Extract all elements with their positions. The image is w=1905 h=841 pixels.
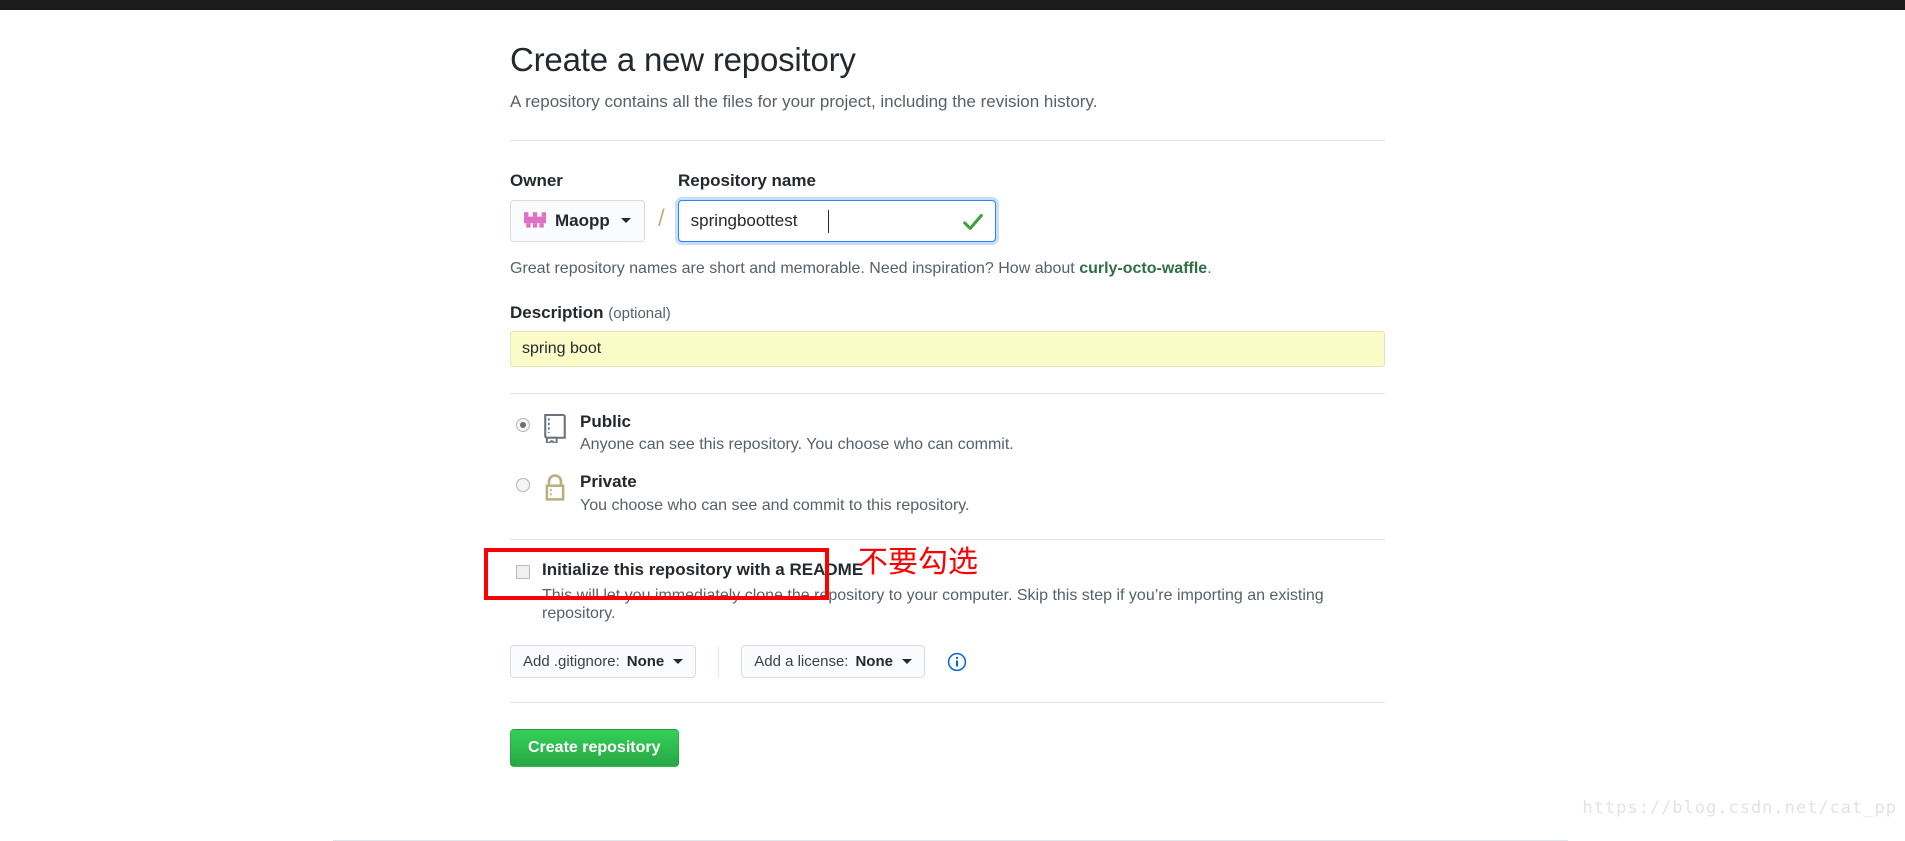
repo-name-hint: Great repository names are short and mem…: [510, 260, 1385, 278]
visibility-public-desc: Anyone can see this repository. You choo…: [580, 436, 1014, 454]
radio-public[interactable]: [516, 417, 530, 432]
new-repo-form: Create a new repository A repository con…: [484, 40, 1385, 768]
license-value: None: [855, 653, 893, 671]
license-prefix: Add a license:: [754, 653, 849, 671]
page-title: Create a new repository: [510, 41, 856, 78]
owner-dropdown[interactable]: Maopp: [510, 199, 645, 242]
chevron-down-icon: [901, 659, 912, 665]
gitignore-value: None: [626, 653, 665, 671]
visibility-private-title: Private: [580, 472, 637, 492]
name-row: Maopp /: [510, 199, 1385, 242]
visibility-option-private[interactable]: Private You choose who can see and commi…: [510, 472, 1385, 515]
description-label-row: Description (optional): [510, 303, 1385, 323]
license-dropdown[interactable]: Add a license: None: [741, 645, 925, 679]
identicon-avatar: [524, 209, 546, 232]
annotation-text: 不要勾选: [858, 544, 978, 580]
hint-text-before: Great repository names are short and mem…: [510, 259, 1080, 277]
visibility-public-text: Public Anyone can see this repository. Y…: [580, 412, 1014, 455]
check-icon: [962, 213, 983, 230]
divider-before-submit: [510, 702, 1385, 704]
lock-icon: [545, 474, 565, 501]
top-black-bar: [0, 0, 1905, 10]
text-cursor: [827, 209, 829, 233]
create-repository-button[interactable]: Create repository: [510, 729, 679, 768]
readme-checkbox[interactable]: [516, 564, 530, 579]
radio-private[interactable]: [516, 478, 530, 493]
description-label: Description: [510, 302, 604, 322]
chevron-down-icon: [673, 659, 684, 665]
options-divider: [718, 646, 720, 677]
info-circle-icon[interactable]: [947, 652, 967, 672]
chevron-down-icon: [620, 218, 631, 224]
hint-text-after: .: [1207, 259, 1212, 277]
gitignore-prefix: Add .gitignore:: [523, 653, 620, 671]
page-body: Create a new repository A repository con…: [0, 10, 1905, 841]
repository-name-field-wrap: [677, 199, 996, 242]
repo-book-icon: [544, 413, 566, 443]
visibility-private-text: Private You choose who can see and commi…: [580, 472, 970, 515]
divider-after-visibility: [510, 538, 1385, 540]
page-subtitle: A repository contains all the files for …: [510, 91, 1098, 111]
visibility-public-title: Public: [580, 411, 632, 431]
gitignore-dropdown[interactable]: Add .gitignore: None: [510, 645, 697, 679]
divider-after-description: [510, 392, 1385, 394]
visibility-private-desc: You choose who can see and commit to thi…: [580, 496, 970, 514]
owner-name: Maopp: [555, 210, 610, 230]
readme-section: Initialize this repository with a README…: [484, 547, 1385, 623]
watermark-text: https://blog.csdn.net/cat_pp: [1582, 798, 1897, 818]
name-field-labels: Owner Repository name: [510, 171, 1385, 191]
suggested-name-link[interactable]: curly-octo-waffle: [1079, 260, 1207, 277]
description-input[interactable]: [510, 330, 1385, 367]
owner-repo-separator: /: [658, 205, 665, 233]
readme-description: This will let you immediately clone the …: [542, 587, 1324, 623]
repository-name-label: Repository name: [678, 170, 816, 190]
repository-name-input[interactable]: [678, 200, 995, 241]
divider-top: [510, 139, 1385, 141]
owner-label: Owner: [510, 170, 563, 190]
description-optional-tag: (optional): [608, 304, 671, 322]
visibility-option-public[interactable]: Public Anyone can see this repository. Y…: [510, 412, 1385, 455]
extra-options-row: Add .gitignore: None Add a license: None: [510, 645, 1385, 679]
